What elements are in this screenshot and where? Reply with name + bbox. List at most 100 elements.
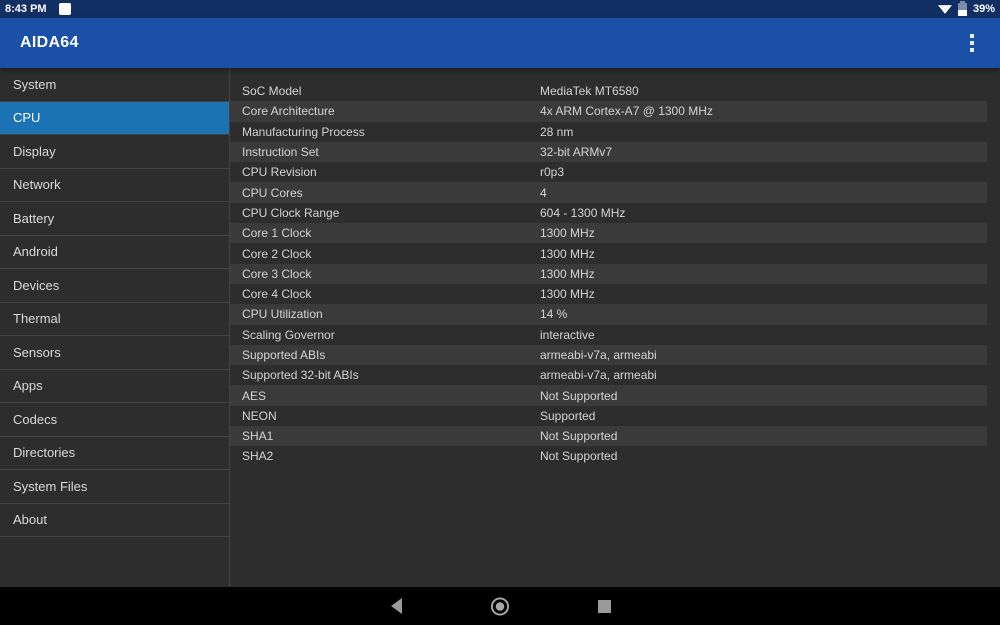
kebab-dot xyxy=(970,41,974,45)
app-bar: AIDA64 xyxy=(0,18,1000,68)
info-row-label: AES xyxy=(242,388,267,403)
kebab-dot xyxy=(970,48,974,52)
info-row-label: Core 1 Clock xyxy=(242,226,312,241)
sidebar-item[interactable]: Network xyxy=(0,169,229,202)
info-row: Core 1 Clock 1300 MHz xyxy=(230,223,987,244)
info-row-label: NEON xyxy=(242,408,277,423)
info-row-label: Supported ABIs xyxy=(242,348,326,362)
sidebar-item[interactable]: Apps xyxy=(0,370,229,403)
info-row: Scaling Governor interactive xyxy=(230,325,987,345)
sidebar-item-label: About xyxy=(13,512,47,528)
info-row-label: CPU Utilization xyxy=(242,307,323,322)
sidebar-item-label: Sensors xyxy=(13,344,61,360)
sidebar-item[interactable]: Battery xyxy=(0,202,229,236)
home-button[interactable] xyxy=(490,596,510,616)
info-row-value: 32-bit ARMv7 xyxy=(540,145,613,160)
recents-icon xyxy=(597,599,611,613)
kebab-dot xyxy=(970,34,974,38)
sidebar-item-label: System Files xyxy=(13,478,88,494)
sidebar: System CPU Display Network Battery Andro… xyxy=(0,68,230,587)
info-row-label: Core 4 Clock xyxy=(242,287,312,302)
recents-button[interactable] xyxy=(594,596,614,616)
sidebar-item[interactable]: Display xyxy=(0,135,229,169)
device-screen: 8:43 PM 39% AIDA64 System CPU Display Ne… xyxy=(0,0,1000,625)
sidebar-item-label: Network xyxy=(13,177,61,193)
info-row-value: Supported xyxy=(540,408,596,423)
info-row: CPU Revision r0p3 xyxy=(230,162,987,182)
info-row: AES Not Supported xyxy=(230,385,987,406)
sidebar-item[interactable]: Codecs xyxy=(0,403,229,437)
info-row-label: CPU Cores xyxy=(242,185,303,200)
sidebar-item[interactable]: About xyxy=(0,504,229,537)
info-row-value: 1300 MHz xyxy=(540,226,595,241)
sidebar-item-label: Devices xyxy=(13,277,60,293)
info-row: Core Architecture 4x ARM Cortex-A7 @ 130… xyxy=(230,101,987,122)
sidebar-item[interactable]: Android xyxy=(0,236,229,269)
clock-text: 8:43 PM xyxy=(5,3,47,15)
battery-icon xyxy=(957,0,967,16)
sidebar-item[interactable]: System xyxy=(0,68,229,102)
sidebar-item-label: Thermal xyxy=(13,311,61,327)
info-row-value: r0p3 xyxy=(540,165,565,180)
info-row-label: Supported 32-bit ABIs xyxy=(242,368,359,383)
info-row: Supported 32-bit ABIs armeabi-v7a, armea… xyxy=(230,365,987,385)
info-row-value: 28 nm xyxy=(540,124,574,139)
info-row-label: SHA1 xyxy=(242,429,274,444)
info-row-label: Instruction Set xyxy=(242,145,319,160)
info-row: CPU Clock Range 604 - 1300 MHz xyxy=(230,203,987,223)
info-row-label: Core Architecture xyxy=(242,104,335,119)
info-row: Manufacturing Process 28 nm xyxy=(230,122,987,142)
sidebar-item[interactable]: Thermal xyxy=(0,303,229,336)
info-row: SHA2 Not Supported xyxy=(230,446,987,466)
info-row: Core 4 Clock 1300 MHz xyxy=(230,284,987,304)
info-row-value: Not Supported xyxy=(540,429,618,444)
info-row-label: CPU Clock Range xyxy=(242,205,340,220)
sidebar-item-label: Display xyxy=(13,143,56,159)
info-row-label: CPU Revision xyxy=(242,165,317,180)
info-row-value: Not Supported xyxy=(540,449,618,464)
info-row-value: 1300 MHz xyxy=(540,287,595,302)
info-row-label: SoC Model xyxy=(242,84,302,99)
status-bar: 8:43 PM 39% xyxy=(0,0,1000,18)
app-title: AIDA64 xyxy=(20,34,79,51)
sidebar-item-label: Directories xyxy=(13,445,76,461)
main-area: System CPU Display Network Battery Andro… xyxy=(0,68,1000,587)
sidebar-item[interactable]: System Files xyxy=(0,470,229,504)
info-row: SHA1 Not Supported xyxy=(230,426,987,447)
back-icon xyxy=(391,598,402,614)
info-row: NEON Supported xyxy=(230,406,987,426)
info-row-value: 4 xyxy=(540,185,547,200)
cpu-info-list: SoC Model MediaTek MT6580 Core Architect… xyxy=(230,68,1000,587)
info-row: Instruction Set 32-bit ARMv7 xyxy=(230,141,987,163)
info-row: Core 3 Clock 1300 MHz xyxy=(230,263,987,284)
info-row-value: 4x ARM Cortex-A7 @ 1300 MHz xyxy=(540,104,713,119)
info-row-value: armeabi-v7a, armeabi xyxy=(540,348,657,362)
sidebar-item-label: System xyxy=(13,76,57,92)
info-row-value: 1300 MHz xyxy=(540,246,595,261)
info-row-value: armeabi-v7a, armeabi xyxy=(540,368,657,383)
sidebar-item[interactable]: Directories xyxy=(0,437,229,470)
info-row-value: 1300 MHz xyxy=(540,266,595,281)
info-row-label: Core 3 Clock xyxy=(242,266,312,281)
sidebar-item[interactable]: Devices xyxy=(0,269,229,303)
overflow-menu-button[interactable] xyxy=(962,28,982,58)
info-row-value: interactive xyxy=(540,327,595,342)
sidebar-item-label: Battery xyxy=(13,210,55,226)
sidebar-item-label: CPU xyxy=(13,110,41,126)
sidebar-item[interactable]: Sensors xyxy=(0,336,229,370)
info-row-value: Not Supported xyxy=(540,388,618,403)
back-button[interactable] xyxy=(386,596,406,616)
sidebar-item-label: Apps xyxy=(13,378,43,394)
sidebar-item-label: Codecs xyxy=(13,411,58,427)
status-bar-left: 8:43 PM xyxy=(5,3,71,15)
info-row-value: MediaTek MT6580 xyxy=(540,84,639,99)
info-row-label: Core 2 Clock xyxy=(242,246,312,261)
info-row: Supported ABIs armeabi-v7a, armeabi xyxy=(230,344,987,366)
info-row-value: 604 - 1300 MHz xyxy=(540,205,626,220)
status-bar-right: 39% xyxy=(937,0,995,16)
info-row: SoC Model MediaTek MT6580 xyxy=(230,81,987,101)
sidebar-item[interactable]: CPU xyxy=(0,101,229,135)
battery-percent-text: 39% xyxy=(972,3,995,15)
screenshot-notification-icon xyxy=(58,3,71,15)
info-row-label: SHA2 xyxy=(242,449,274,464)
